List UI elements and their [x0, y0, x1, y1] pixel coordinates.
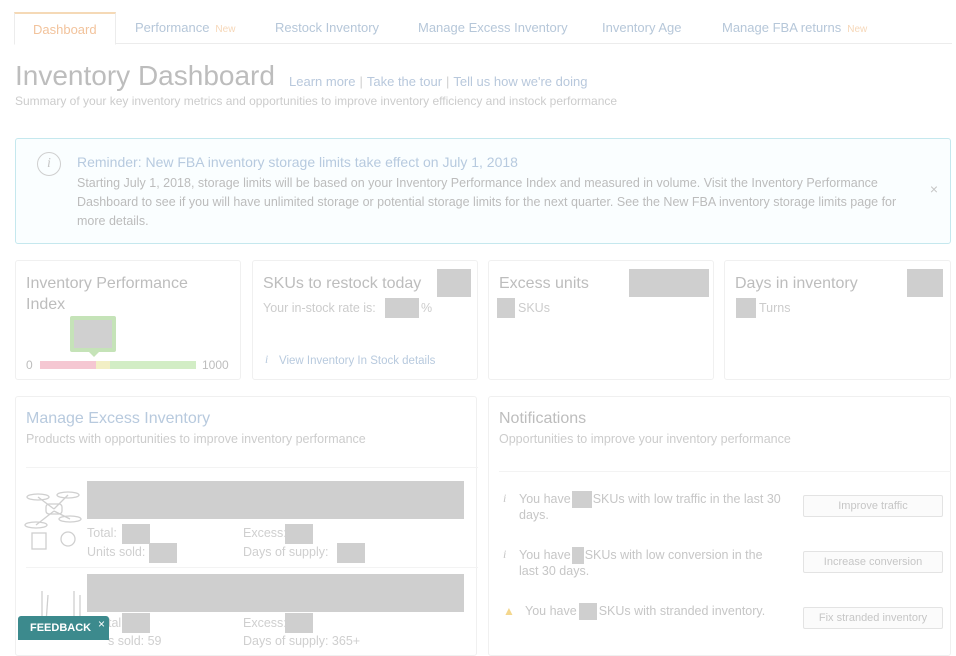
- tab-label: Dashboard: [33, 22, 97, 37]
- close-icon[interactable]: ×: [98, 612, 105, 636]
- new-badge: New: [847, 24, 868, 35]
- percent-sign: %: [421, 301, 433, 315]
- tab-dashboard[interactable]: Dashboard: [14, 12, 116, 45]
- ipi-meter: [40, 361, 196, 369]
- tab-label: Inventory Age: [602, 20, 682, 35]
- units-sold-label: s sold: 59: [108, 634, 162, 648]
- redacted-value: [736, 298, 756, 318]
- alert-body: Starting July 1, 2018, storage limits wi…: [77, 176, 897, 228]
- tab-performance[interactable]: Performance New: [135, 12, 235, 44]
- feedback-button[interactable]: FEEDBACK ×: [18, 616, 109, 640]
- warning-icon: ▲: [503, 604, 515, 618]
- redacted-value: [571, 491, 592, 508]
- notification-text: You have SKUs with low traffic in the las…: [519, 491, 781, 522]
- tab-manage-excess-inventory[interactable]: Manage Excess Inventory: [418, 12, 568, 44]
- days-supply-label: Days of supply: 365+: [243, 634, 361, 648]
- units-sold-label: Units sold:: [87, 545, 146, 559]
- notification-low-conversion: i You have SKUs with low conversion in th…: [503, 547, 943, 587]
- redacted-value: [337, 543, 365, 563]
- divider: [499, 471, 951, 472]
- tab-manage-fba-returns[interactable]: Manage FBA returns New: [722, 12, 867, 44]
- redacted-value: [578, 603, 597, 620]
- ipi-card: Inventory Performance Index 0 1000: [15, 260, 241, 380]
- instock-details-link[interactable]: View Inventory In Stock details: [279, 355, 435, 367]
- tab-restock-inventory[interactable]: Restock Inventory: [275, 12, 379, 44]
- restock-card: SKUs to restock today Your in-stock rate…: [252, 260, 478, 380]
- ipi-score-marker: [70, 316, 116, 357]
- new-badge: New: [215, 24, 236, 35]
- redacted-value: [122, 524, 150, 544]
- total-label: Total:: [87, 526, 117, 540]
- page-title: Inventory Dashboard: [15, 60, 275, 91]
- redacted-value: [385, 298, 419, 318]
- tab-label: Manage Excess Inventory: [418, 20, 568, 35]
- ipi-min-label: 0: [26, 358, 33, 372]
- redacted-value: [149, 543, 177, 563]
- notifications-panel: Notifications Opportunities to improve y…: [488, 396, 951, 656]
- ipi-max-label: 1000: [202, 358, 229, 372]
- days-in-inventory-card: Days in inventory Turns: [724, 260, 951, 380]
- redacted-value: [285, 524, 313, 544]
- tab-label: Manage FBA returns: [722, 20, 842, 35]
- page-subtitle: Summary of your key inventory metrics an…: [15, 94, 618, 108]
- product-image-drone: [24, 491, 82, 550]
- redacted-value: [629, 269, 709, 297]
- redacted-value: [437, 269, 471, 297]
- tab-bar: Dashboard Performance New Restock Invento…: [14, 12, 952, 45]
- notification-text: You have SKUs with stranded inventory.: [525, 603, 787, 620]
- ipi-title: Inventory Performance Index: [26, 275, 188, 313]
- days-title: Days in inventory: [735, 275, 858, 292]
- excess-label: Excess:: [243, 526, 287, 540]
- redacted-value: [497, 298, 515, 318]
- alert-title[interactable]: Reminder: New FBA inventory storage limi…: [77, 154, 518, 170]
- info-icon: i: [37, 152, 61, 176]
- take-tour-link[interactable]: Take the tour: [367, 74, 442, 89]
- notification-low-traffic: i You have SKUs with low traffic in the l…: [503, 491, 943, 531]
- redacted-product-name: [87, 574, 464, 612]
- redacted-product-name: [87, 481, 464, 519]
- redacted-value: [285, 613, 313, 633]
- header-links: Learn more | Take the tour | Tell us how we'…: [289, 74, 588, 89]
- excess-section-title[interactable]: Manage Excess Inventory: [26, 410, 210, 428]
- tab-label: Performance: [135, 20, 210, 35]
- feedback-link[interactable]: Tell us how we're doing: [453, 74, 587, 89]
- redacted-value: [122, 613, 150, 633]
- info-icon: i: [265, 354, 269, 366]
- divider: [26, 567, 478, 568]
- increase-conversion-button[interactable]: Increase conversion: [803, 551, 943, 573]
- learn-more-link[interactable]: Learn more: [289, 74, 355, 89]
- tab-inventory-age[interactable]: Inventory Age: [602, 12, 682, 44]
- notifications-subtitle: Opportunities to improve your inventory …: [499, 432, 791, 446]
- improve-traffic-button[interactable]: Improve traffic: [803, 495, 943, 517]
- excess-units-card: Excess units SKUs: [488, 260, 714, 380]
- info-icon: i: [503, 491, 507, 505]
- redacted-value: [907, 269, 943, 297]
- notifications-title: Notifications: [499, 410, 587, 427]
- restock-title: SKUs to restock today: [263, 275, 422, 292]
- storage-limit-alert: i Reminder: New FBA inventory storage li…: [15, 138, 951, 244]
- notification-stranded: ▲ You have SKUs with stranded inventory. …: [503, 603, 943, 643]
- close-icon[interactable]: ×: [930, 181, 938, 197]
- notification-text: You have SKUs with low conversion in the …: [519, 547, 763, 578]
- turns-label: Turns: [759, 301, 791, 315]
- feedback-label: FEEDBACK: [30, 622, 92, 634]
- redacted-value: [571, 547, 584, 564]
- excess-section-subtitle: Products with opportunities to improve i…: [26, 432, 366, 446]
- tab-label: Restock Inventory: [275, 20, 380, 35]
- fix-stranded-inventory-button[interactable]: Fix stranded inventory: [803, 607, 943, 629]
- skus-label: SKUs: [518, 301, 550, 315]
- days-supply-label: Days of supply:: [243, 545, 329, 559]
- instock-rate-label: Your in-stock rate is:: [263, 301, 376, 315]
- excess-units-title: Excess units: [499, 275, 589, 292]
- excess-label: Excess:: [243, 616, 287, 630]
- divider: [26, 467, 478, 468]
- info-icon: i: [503, 547, 507, 561]
